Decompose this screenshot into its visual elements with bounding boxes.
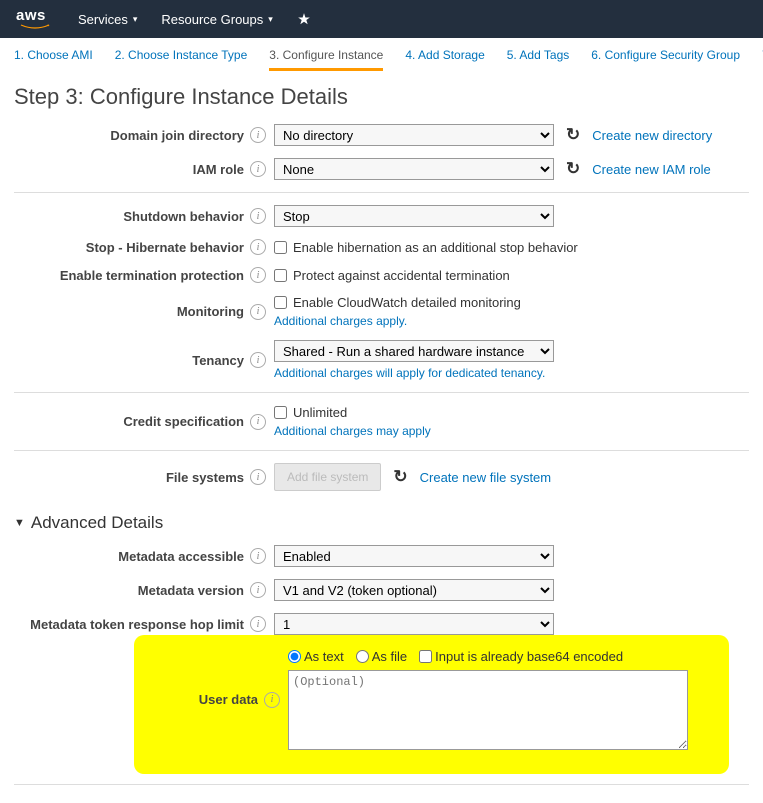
file-systems-label: File systems <box>166 470 244 485</box>
tenancy-charges-note[interactable]: Additional charges will apply for dedica… <box>274 366 554 380</box>
tab-configure-security-group[interactable]: 6. Configure Security Group <box>591 48 740 71</box>
credit-unlimited-checkbox-label: Unlimited <box>293 405 347 420</box>
info-icon[interactable]: i <box>250 161 266 177</box>
hibernate-checkbox-label: Enable hibernation as an additional stop… <box>293 240 578 255</box>
tab-choose-instance-type[interactable]: 2. Choose Instance Type <box>115 48 248 71</box>
resource-groups-label: Resource Groups <box>161 12 263 27</box>
domain-join-select[interactable]: No directory <box>274 124 554 146</box>
metadata-accessible-select[interactable]: Enabled <box>274 545 554 567</box>
info-icon[interactable]: i <box>250 352 266 368</box>
tab-add-tags[interactable]: 5. Add Tags <box>507 48 570 71</box>
user-data-label: User data <box>199 692 258 707</box>
info-icon[interactable]: i <box>250 239 266 255</box>
info-icon[interactable]: i <box>250 582 266 598</box>
termination-protection-checkbox[interactable] <box>274 269 287 282</box>
shutdown-behavior-select[interactable]: Stop <box>274 205 554 227</box>
refresh-icon[interactable]: ↻ <box>566 159 580 179</box>
userdata-as-file-radio[interactable]: As file <box>356 649 407 664</box>
chevron-down-icon: ▾ <box>133 14 138 25</box>
tab-add-storage[interactable]: 4. Add Storage <box>405 48 484 71</box>
metadata-hop-limit-label: Metadata token response hop limit <box>30 617 244 632</box>
info-icon[interactable]: i <box>264 692 280 708</box>
info-icon[interactable]: i <box>250 208 266 224</box>
refresh-icon[interactable]: ↻ <box>393 467 407 487</box>
page-title: Step 3: Configure Instance Details <box>14 84 749 110</box>
advanced-details-toggle[interactable]: ▼ Advanced Details <box>14 513 749 533</box>
tenancy-label: Tenancy <box>192 353 244 368</box>
info-icon[interactable]: i <box>250 469 266 485</box>
userdata-as-text-input[interactable] <box>288 650 301 663</box>
user-data-textarea[interactable] <box>288 670 688 750</box>
domain-join-label: Domain join directory <box>110 128 244 143</box>
user-data-highlight: User data i As text As file <box>134 635 729 774</box>
create-file-system-link[interactable]: Create new file system <box>420 470 552 485</box>
metadata-version-select[interactable]: V1 and V2 (token optional) <box>274 579 554 601</box>
credit-specification-label: Credit specification <box>123 414 244 429</box>
advanced-details-heading: Advanced Details <box>31 513 163 533</box>
info-icon[interactable]: i <box>250 616 266 632</box>
credit-charges-link[interactable]: Additional charges may apply <box>274 424 431 438</box>
termination-protection-label: Enable termination protection <box>60 268 244 283</box>
userdata-base64-checkbox-label[interactable]: Input is already base64 encoded <box>419 649 623 664</box>
shutdown-behavior-label: Shutdown behavior <box>123 209 244 224</box>
create-iam-role-link[interactable]: Create new IAM role <box>592 162 711 177</box>
wizard-steps: 1. Choose AMI 2. Choose Instance Type 3.… <box>0 38 763 72</box>
metadata-version-label: Metadata version <box>138 583 244 598</box>
monitoring-charges-link[interactable]: Additional charges apply. <box>274 314 521 328</box>
userdata-as-file-input[interactable] <box>356 650 369 663</box>
info-icon[interactable]: i <box>250 548 266 564</box>
iam-role-label: IAM role <box>193 162 244 177</box>
refresh-icon[interactable]: ↻ <box>566 125 580 145</box>
monitoring-checkbox-label: Enable CloudWatch detailed monitoring <box>293 295 521 310</box>
hibernate-checkbox[interactable] <box>274 241 287 254</box>
info-icon[interactable]: i <box>250 127 266 143</box>
metadata-hop-limit-select[interactable]: 1 <box>274 613 554 635</box>
services-label: Services <box>78 12 128 27</box>
info-icon[interactable]: i <box>250 267 266 283</box>
monitoring-checkbox[interactable] <box>274 296 287 309</box>
create-directory-link[interactable]: Create new directory <box>592 128 712 143</box>
services-menu[interactable]: Services ▾ <box>78 12 137 27</box>
resource-groups-menu[interactable]: Resource Groups ▾ <box>161 12 272 27</box>
aws-logo[interactable]: aws <box>16 8 54 30</box>
chevron-down-icon: ▼ <box>14 517 25 529</box>
hibernate-label: Stop - Hibernate behavior <box>86 240 244 255</box>
info-icon[interactable]: i <box>250 304 266 320</box>
tab-configure-instance[interactable]: 3. Configure Instance <box>269 48 383 71</box>
chevron-down-icon: ▾ <box>268 14 273 25</box>
top-nav-bar: aws Services ▾ Resource Groups ▾ <box>0 0 763 38</box>
termination-protection-checkbox-label: Protect against accidental termination <box>293 268 510 283</box>
pin-icon[interactable] <box>297 12 311 26</box>
info-icon[interactable]: i <box>250 414 266 430</box>
iam-role-select[interactable]: None <box>274 158 554 180</box>
monitoring-label: Monitoring <box>177 304 244 319</box>
credit-unlimited-checkbox[interactable] <box>274 406 287 419</box>
userdata-base64-checkbox[interactable] <box>419 650 432 663</box>
userdata-as-text-radio[interactable]: As text <box>288 649 344 664</box>
tenancy-select[interactable]: Shared - Run a shared hardware instance <box>274 340 554 362</box>
metadata-accessible-label: Metadata accessible <box>118 549 244 564</box>
tab-choose-ami[interactable]: 1. Choose AMI <box>14 48 93 71</box>
add-file-system-button: Add file system <box>274 463 381 491</box>
